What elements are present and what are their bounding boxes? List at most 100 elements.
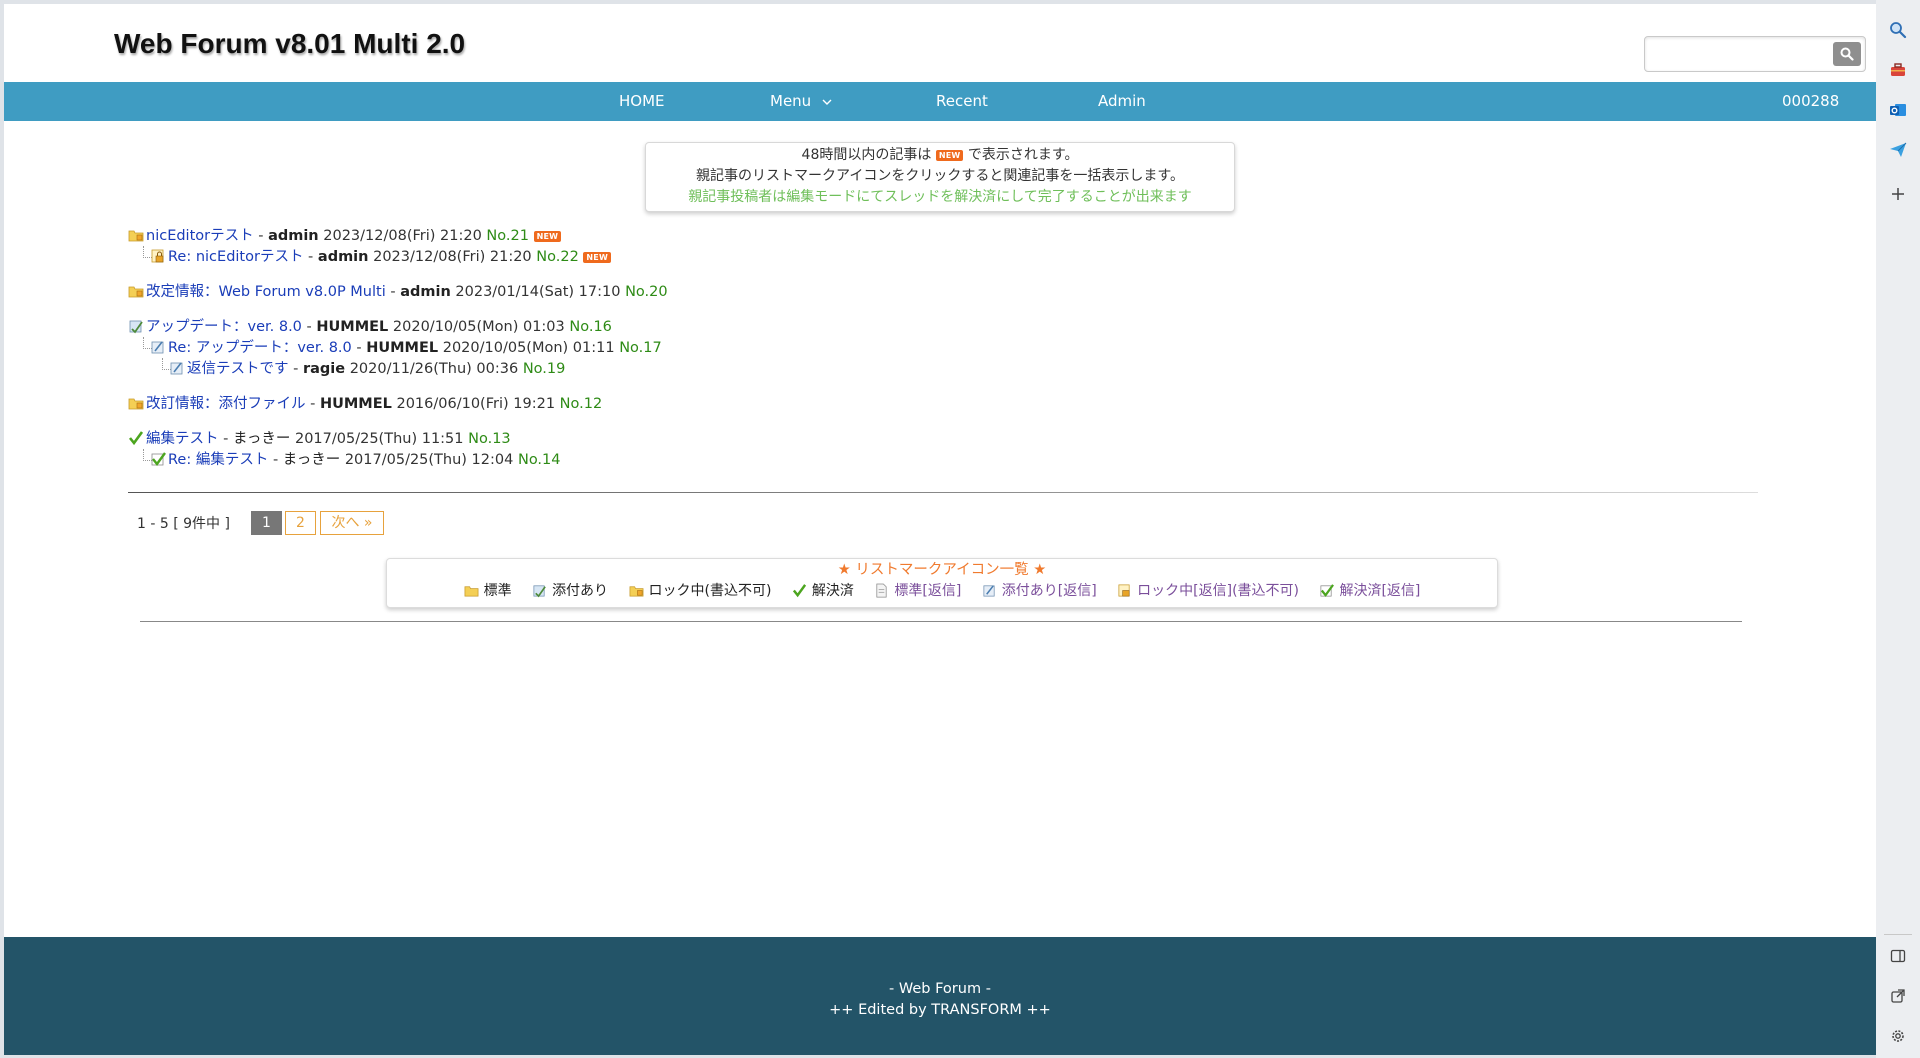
post-author: まっきー (282, 452, 341, 468)
post-title-link[interactable]: 改訂情報：添付ファイル (146, 396, 306, 412)
nav-admin[interactable]: Admin (1098, 82, 1146, 121)
notice-line-3: 親記事投稿者は編集モードにてスレッドを解決済にして完了することが出来ます (688, 189, 1192, 205)
lock-icon (151, 249, 164, 263)
attachment-icon (170, 362, 183, 375)
post-author: HUMMEL (319, 396, 392, 412)
post-title-link[interactable]: Re: アップデート：ver. 8.0 (168, 340, 352, 356)
folder-icon[interactable] (128, 395, 144, 411)
send-icon (1890, 142, 1907, 157)
outlook-icon (1890, 104, 1906, 116)
new-badge: NEW (533, 230, 562, 242)
footer-line-1: - Web Forum - (889, 981, 991, 997)
rail-add-button[interactable] (1886, 182, 1910, 206)
post-title-link[interactable]: Re: nicEditorテスト (168, 249, 303, 265)
footer: - Web Forum - ++ Edited by TRANSFORM ++ (4, 937, 1876, 1055)
chevron-down-icon (822, 99, 832, 105)
post-title-link[interactable]: アップデート：ver. 8.0 (146, 319, 302, 335)
post-number: No.17 (619, 340, 662, 356)
post-title-link[interactable]: Re: 編集テスト (168, 452, 268, 468)
separator: - (305, 396, 320, 412)
legend-label: 添付あり[返信] (1001, 583, 1097, 599)
legend-item: ロック中[返信](書込不可) (1117, 580, 1299, 602)
legend-label: 解決済[返信] (1339, 583, 1421, 599)
search-icon (1890, 22, 1907, 39)
toolbox-icon (1891, 63, 1905, 76)
post-title-link[interactable]: nicEditorテスト (146, 228, 254, 244)
separator: - (303, 249, 318, 265)
legend-title: ★ リストマークアイコン一覧 ★ (837, 562, 1047, 578)
separator: - (385, 284, 401, 300)
checkmark-icon (792, 583, 807, 597)
rail-open-external[interactable] (1886, 984, 1910, 1008)
attachment-icon (151, 341, 164, 354)
main-nav: HOME Menu Recent Admin 000288 (4, 82, 1876, 121)
post-date: 2017/05/25(Thu) 12:04 (344, 452, 514, 468)
nav-menu[interactable]: Menu (770, 82, 833, 121)
folder-icon[interactable] (128, 283, 144, 299)
post-title-link[interactable]: 返信テストです (187, 361, 289, 377)
nav-recent[interactable]: Recent (936, 82, 988, 121)
forum-page: Web Forum v8.01 Multi 2.0 HOME Menu Rece… (4, 4, 1876, 1055)
post-number: No.13 (468, 431, 511, 447)
notice-line-2: 親記事のリストマークアイコンをクリックすると関連記事を一括表示します。 (696, 168, 1184, 184)
divider (140, 621, 1742, 622)
rail-sidebar-toggle[interactable] (1886, 944, 1910, 968)
attachment-icon (533, 584, 546, 597)
post-date: 2023/12/08(Fri) 21:20 (373, 249, 532, 265)
post-row: Re: 編集テスト - まっきー 2017/05/25(Thu) 12:04 N… (150, 450, 561, 471)
document-icon (876, 583, 887, 597)
folder-icon (464, 585, 479, 596)
post-date: 2020/10/05(Mon) 01:11 (442, 340, 615, 356)
legend-item: 添付あり[返信] (982, 580, 1097, 602)
rail-search-button[interactable] (1886, 18, 1910, 42)
page-1-current: 1 (251, 511, 282, 535)
separator: - (288, 361, 303, 377)
plus-icon (1892, 188, 1904, 200)
search-button[interactable] (1833, 42, 1861, 66)
notice-box: 48時間以内の記事は NEW で表示されます。 親記事のリストマークアイコンをク… (645, 142, 1235, 212)
divider (128, 492, 1758, 493)
rail-send-button[interactable] (1886, 138, 1910, 162)
separator: - (218, 431, 233, 447)
folder-icon[interactable] (128, 227, 144, 243)
notice-line-1: 48時間以内の記事は NEW で表示されます。 (646, 145, 1234, 166)
checkmark-icon (151, 452, 166, 466)
rail-settings[interactable] (1886, 1024, 1910, 1048)
next-page-link[interactable]: 次へ » (320, 511, 384, 535)
legend-label: ロック中(書込不可) (648, 583, 772, 599)
footer-line-2: ++ Edited by TRANSFORM ++ (829, 1002, 1051, 1018)
search-icon (1840, 47, 1854, 61)
search-input[interactable] (1649, 41, 1825, 67)
new-badge: NEW (935, 149, 964, 161)
notice-line-1-after: で表示されます。 (967, 147, 1079, 163)
nav-home[interactable]: HOME (619, 82, 665, 121)
rail-tools-button[interactable] (1886, 58, 1910, 82)
post-date: 2023/01/14(Sat) 17:10 (455, 284, 621, 300)
legend-item: ロック中(書込不可) (629, 580, 772, 602)
rail-outlook-button[interactable] (1886, 98, 1910, 122)
lock-folder-icon (629, 585, 643, 596)
post-title-link[interactable]: 改定情報：Web Forum v8.0P Multi (146, 284, 386, 300)
post-row: 返信テストです - ragie 2020/11/26(Thu) 00:36 No… (169, 359, 565, 380)
browser-side-rail (1876, 0, 1920, 1058)
legend-label: 解決済 (811, 583, 854, 599)
post-author: admin (400, 284, 451, 300)
post-author: admin (317, 249, 369, 265)
post-number: No.21 (486, 228, 529, 244)
search-box (1644, 36, 1866, 72)
post-number: No.20 (625, 284, 668, 300)
post-date: 2020/11/26(Thu) 00:36 (349, 361, 519, 377)
post-row: Re: アップデート：ver. 8.0 - HUMMEL 2020/10/05(… (150, 338, 662, 359)
separator: - (268, 452, 283, 468)
legend-label: 添付あり (552, 583, 609, 599)
post-row: Re: nicEditorテスト - admin 2023/12/08(Fri)… (150, 247, 611, 268)
post-date: 2017/05/25(Thu) 11:51 (294, 431, 464, 447)
post-date: 2016/06/10(Fri) 19:21 (396, 396, 556, 412)
site-title[interactable]: Web Forum v8.01 Multi 2.0 (114, 28, 465, 60)
post-row: nicEditorテスト - admin 2023/12/08(Fri) 21:… (128, 226, 562, 247)
post-row: 改定情報：Web Forum v8.0P Multi - admin 2023/… (128, 282, 668, 303)
post-title-link[interactable]: 編集テスト (146, 431, 219, 447)
page-2-link[interactable]: 2 (285, 511, 316, 535)
checkmark-icon[interactable] (128, 430, 144, 446)
attachment-icon[interactable] (128, 318, 144, 334)
